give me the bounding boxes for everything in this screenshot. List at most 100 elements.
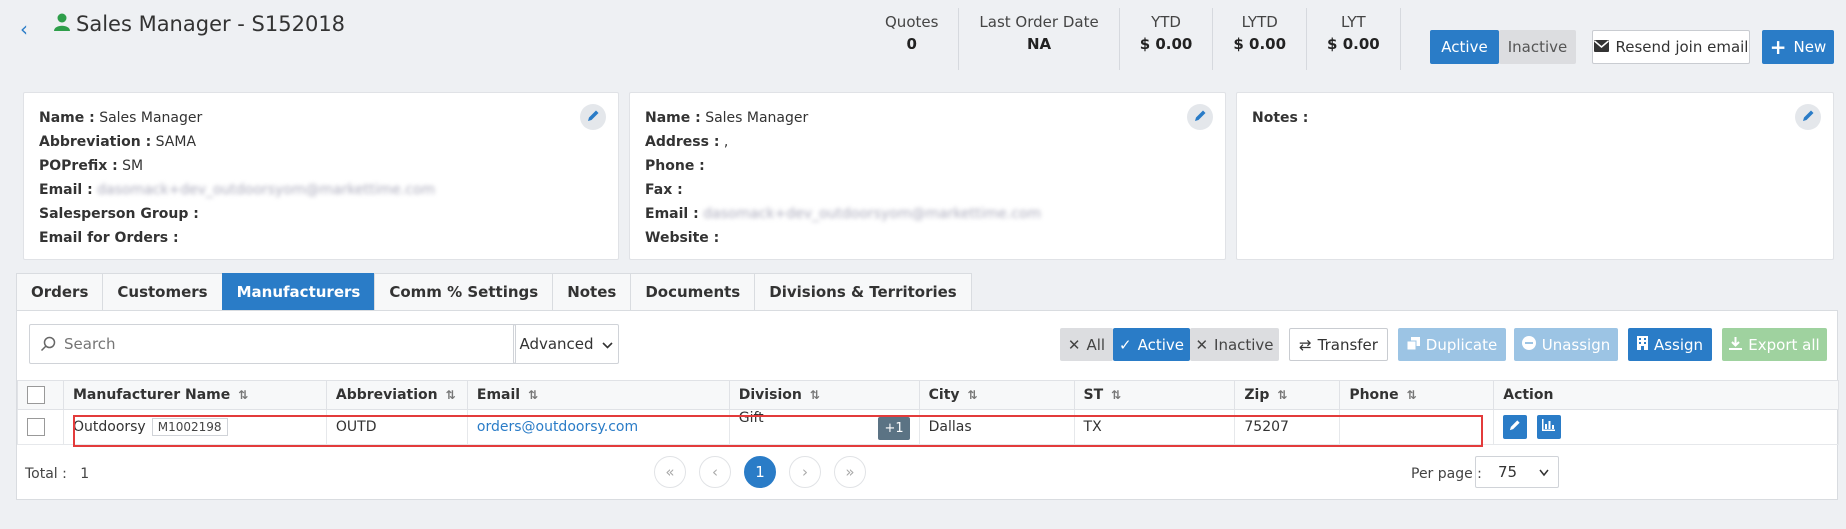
col-label: City: [928, 387, 960, 403]
col-phone[interactable]: Phone ⇅: [1339, 380, 1495, 410]
stat-value: $ 0.00: [1139, 35, 1193, 53]
swap-icon: ⇄: [1299, 335, 1312, 354]
search-input[interactable]: [30, 325, 515, 363]
col-abbreviation[interactable]: Abbreviation ⇅: [325, 380, 468, 410]
col-label: Manufacturer Name: [72, 387, 231, 403]
unassign-label: Unassign: [1541, 335, 1611, 354]
tab-comm-settings[interactable]: Comm % Settings: [374, 273, 553, 311]
export-all-button[interactable]: Export all: [1722, 328, 1827, 361]
per-page-select[interactable]: 75: [1475, 456, 1559, 488]
last-page-button[interactable]: »: [834, 456, 866, 488]
field-label: Name :: [39, 110, 95, 126]
close-icon: ✕: [1067, 335, 1081, 354]
col-city[interactable]: City ⇅: [918, 380, 1075, 410]
export-all-label: Export all: [1748, 335, 1820, 354]
first-page-button[interactable]: «: [654, 456, 686, 488]
col-manufacturer-name[interactable]: Manufacturer Name ⇅: [62, 380, 327, 410]
stat-value: $ 0.00: [1233, 35, 1287, 53]
tab-customers[interactable]: Customers: [102, 273, 222, 311]
email-value: dasomack+dev_outdoorsyom@markettime.com: [703, 206, 1042, 222]
edit-notes-button[interactable]: [1795, 104, 1821, 130]
back-button[interactable]: ‹: [20, 17, 28, 41]
manufacturer-name[interactable]: Outdoorsy: [73, 419, 146, 435]
abbreviation-cell: OUTD: [325, 409, 468, 445]
division-cell: Gift +1: [728, 409, 920, 445]
plus-icon: +: [1769, 35, 1787, 59]
division-value: Gift: [738, 409, 764, 426]
tab-manufacturers[interactable]: Manufacturers: [221, 273, 375, 311]
filter-active-label: Active: [1137, 335, 1184, 354]
col-st[interactable]: ST ⇅: [1073, 380, 1236, 410]
contact-card: Name : Sales Manager Address : , Phone :…: [629, 92, 1226, 260]
page-title: Sales Manager - S152018: [54, 12, 345, 36]
per-page-label: Per page :: [1411, 466, 1482, 482]
tab-documents[interactable]: Documents: [630, 273, 755, 311]
col-label: Zip: [1244, 387, 1270, 403]
caret-down-icon: [1539, 463, 1549, 481]
table-header-row: Manufacturer Name ⇅ Abbreviation ⇅ Email ⇅ …: [17, 380, 1839, 410]
col-division[interactable]: Division ⇅: [728, 380, 920, 410]
page-title-text: Sales Manager - S152018: [76, 12, 346, 36]
name-value: Sales Manager: [705, 110, 809, 126]
resend-join-email-button[interactable]: Resend join email: [1592, 30, 1750, 64]
chevron-down-icon: [601, 335, 613, 353]
unassign-button[interactable]: Unassign: [1514, 328, 1618, 361]
stat-label: YTD: [1151, 13, 1181, 31]
tab-divisions-territories[interactable]: Divisions & Territories: [754, 273, 972, 311]
table-row[interactable]: Outdoorsy M1002198 OUTD orders@outdoorsy.…: [17, 409, 1839, 445]
field-label: Abbreviation :: [39, 134, 152, 150]
assign-label: Assign: [1653, 335, 1704, 354]
stat-label: LYT: [1341, 13, 1366, 31]
duplicate-button[interactable]: Duplicate: [1398, 328, 1506, 361]
edit-contact-button[interactable]: [1187, 104, 1213, 130]
edit-row-button[interactable]: [1503, 415, 1528, 439]
email-link[interactable]: orders@outdoorsy.com: [477, 419, 638, 435]
sort-icon: ⇅: [1111, 388, 1122, 402]
stat-value: 0: [906, 35, 917, 53]
address-value: ,: [723, 134, 729, 150]
pencil-icon: [1802, 108, 1815, 126]
close-icon: ✕: [1195, 335, 1209, 354]
select-all-checkbox[interactable]: [27, 386, 45, 404]
field-label: Name :: [645, 110, 701, 126]
phone-cell: [1339, 409, 1495, 445]
filter-inactive-button[interactable]: ✕ Inactive: [1190, 328, 1279, 361]
sort-icon: ⇅: [1277, 388, 1288, 402]
col-label: Phone: [1349, 387, 1399, 403]
tab-notes[interactable]: Notes: [552, 273, 631, 311]
page-1-button[interactable]: 1: [744, 456, 776, 488]
transfer-label: Transfer: [1317, 335, 1378, 354]
sort-icon: ⇅: [528, 388, 539, 402]
stat-value: NA: [1026, 35, 1052, 53]
assign-button[interactable]: Assign: [1628, 328, 1712, 361]
copy-icon: [1406, 336, 1420, 354]
col-email[interactable]: Email ⇅: [466, 380, 730, 410]
sort-icon: ⇅: [445, 388, 456, 402]
field-label: Salesperson Group :: [39, 206, 199, 222]
transfer-button[interactable]: ⇄ Transfer: [1289, 328, 1388, 361]
chart-row-button[interactable]: [1536, 415, 1561, 439]
select-all-header: [17, 380, 64, 410]
sort-icon: ⇅: [967, 388, 978, 402]
total-count: Total : 1: [25, 466, 89, 482]
filter-active-button[interactable]: ✓ Active: [1113, 328, 1190, 361]
resend-label: Resend join email: [1615, 38, 1749, 56]
advanced-search-dropdown[interactable]: Advanced: [513, 324, 619, 364]
next-page-button[interactable]: ›: [789, 456, 821, 488]
status-inactive-toggle[interactable]: Inactive: [1499, 30, 1576, 64]
tab-orders[interactable]: Orders: [16, 273, 103, 311]
bar-chart-icon: [1542, 419, 1556, 435]
division-more-badge[interactable]: +1: [878, 416, 910, 440]
field-label: Fax :: [645, 182, 683, 198]
filter-all-button[interactable]: ✕ All: [1060, 328, 1113, 361]
new-button[interactable]: + New: [1762, 30, 1834, 64]
col-zip[interactable]: Zip ⇅: [1234, 380, 1341, 410]
prev-page-button[interactable]: ‹: [699, 456, 731, 488]
status-active-toggle[interactable]: Active: [1430, 30, 1499, 64]
stats-bar: Quotes 0 Last Order Date NA YTD $ 0.00 LYTD…: [865, 8, 1401, 70]
row-checkbox[interactable]: [27, 418, 45, 436]
stat-lyt: LYT $ 0.00: [1307, 8, 1401, 70]
download-icon: [1729, 336, 1743, 354]
stat-label: Last Order Date: [979, 13, 1099, 31]
edit-profile-button[interactable]: [580, 104, 606, 130]
